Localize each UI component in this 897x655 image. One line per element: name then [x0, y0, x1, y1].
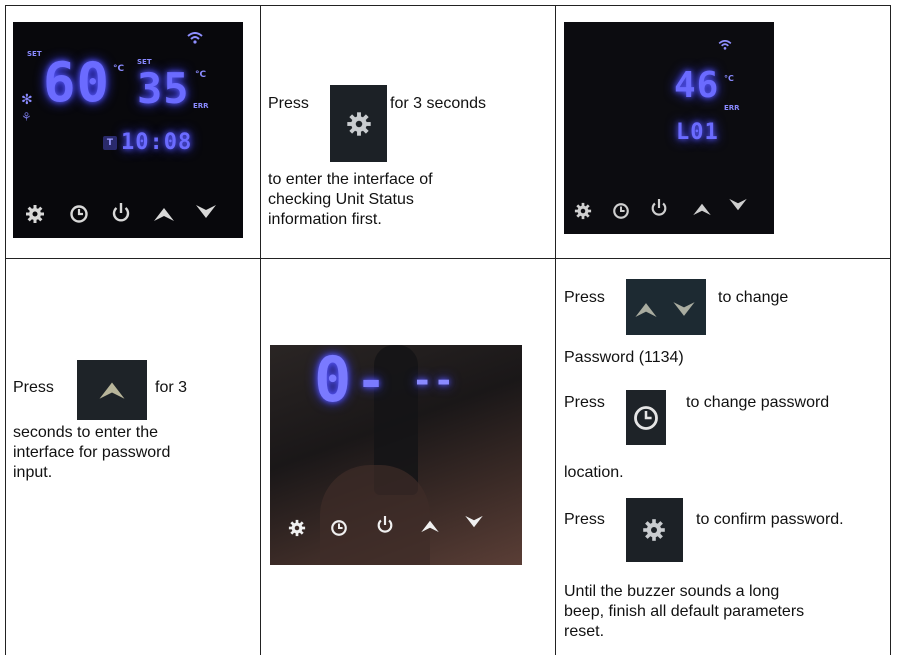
instruction-suffix: to confirm password.: [696, 511, 844, 528]
clock-icon: [634, 406, 658, 430]
clock-button-image: [626, 390, 666, 445]
wifi-icon: [718, 40, 732, 50]
instruction-line: input.: [13, 464, 53, 481]
instruction-line: beep, finish all default parameters: [564, 603, 805, 620]
right-temperature: 35: [137, 64, 190, 113]
down-arrow-icon[interactable]: [195, 204, 217, 220]
instruction-suffix: to change: [718, 289, 789, 306]
table-row-divider: [5, 258, 891, 259]
password-dash: -: [356, 352, 388, 410]
press-label: Press: [268, 95, 309, 112]
instruction-line: reset.: [564, 623, 605, 640]
clock-icon[interactable]: [69, 204, 89, 224]
down-arrow-icon[interactable]: [728, 198, 748, 212]
press-label: Press: [564, 511, 605, 528]
gear-button-image: [330, 85, 387, 162]
status-celsius: °C: [724, 74, 734, 83]
instruction-line: interface for password: [13, 444, 171, 461]
status-temperature: 46: [674, 65, 720, 106]
timer-badge: T: [103, 136, 117, 150]
instruction-suffix: for 3: [155, 379, 188, 396]
table-border-right: [890, 5, 891, 655]
instruction-line: Until the buzzer sounds a long: [564, 583, 780, 600]
gear-icon[interactable]: [574, 202, 592, 220]
up-arrow-icon[interactable]: [692, 202, 712, 216]
up-arrow-icon: [635, 303, 657, 317]
fan-icon: ⚘: [21, 110, 32, 124]
gear-icon[interactable]: [288, 519, 306, 537]
gear-icon: [643, 519, 665, 541]
err-label: ERR: [193, 102, 209, 110]
clock-icon[interactable]: [330, 519, 348, 537]
instruction-suffix: to change password: [686, 394, 830, 411]
wifi-icon: [187, 32, 203, 44]
controller-panel-status: 46 °C ERR L01: [564, 22, 774, 234]
table-border-top: [5, 5, 891, 6]
gear-button-image: [626, 498, 683, 562]
up-arrow-icon[interactable]: [153, 206, 175, 222]
table-col-divider-2: [555, 5, 556, 655]
press-label: Press: [564, 289, 605, 306]
status-err: ERR: [724, 104, 740, 112]
celsius-left: °C: [113, 64, 125, 74]
clock-icon[interactable]: [612, 202, 630, 220]
touch-buttons-row: [574, 196, 764, 224]
clock-display: 10:08: [121, 130, 193, 155]
left-temperature: 60: [43, 51, 111, 114]
unit-code: L01: [676, 120, 719, 145]
touch-buttons-row: [288, 511, 508, 539]
up-button-image: [77, 360, 147, 420]
down-arrow-icon[interactable]: [464, 515, 484, 529]
celsius-right: °C: [195, 70, 207, 80]
power-icon[interactable]: [650, 198, 668, 218]
instruction-line: checking Unit Status: [268, 191, 414, 208]
password-placeholder: --: [412, 361, 455, 401]
table-col-divider-1: [260, 5, 261, 655]
controller-panel-home: SET 60 °C SET 35 °C ERR ✻ ⚘ T 10:08: [13, 22, 243, 238]
snowflake-icon: ✻: [21, 92, 33, 108]
power-icon[interactable]: [376, 515, 394, 535]
power-icon[interactable]: [111, 202, 131, 224]
instruction-line: to enter the interface of: [268, 171, 433, 188]
press-label: Press: [13, 379, 54, 396]
up-arrow-icon: [99, 382, 125, 399]
password-value-line: Password (1134): [564, 349, 684, 366]
password-digit: 0: [314, 345, 353, 416]
instruction-line: information first.: [268, 211, 382, 228]
instruction-line: location.: [564, 464, 624, 481]
press-label: Press: [564, 394, 605, 411]
gear-icon: [347, 112, 371, 136]
down-arrow-icon: [673, 302, 695, 316]
touch-buttons-row: [25, 200, 235, 228]
up-down-button-image: [626, 279, 706, 335]
gear-icon[interactable]: [25, 204, 45, 224]
password-screen-photo: 0 - --: [270, 345, 522, 565]
set-label-left: SET: [27, 50, 42, 58]
instruction-line: seconds to enter the: [13, 424, 158, 441]
table-border-left: [5, 5, 6, 655]
up-arrow-icon[interactable]: [420, 519, 440, 533]
instruction-suffix: for 3 seconds: [390, 95, 487, 112]
